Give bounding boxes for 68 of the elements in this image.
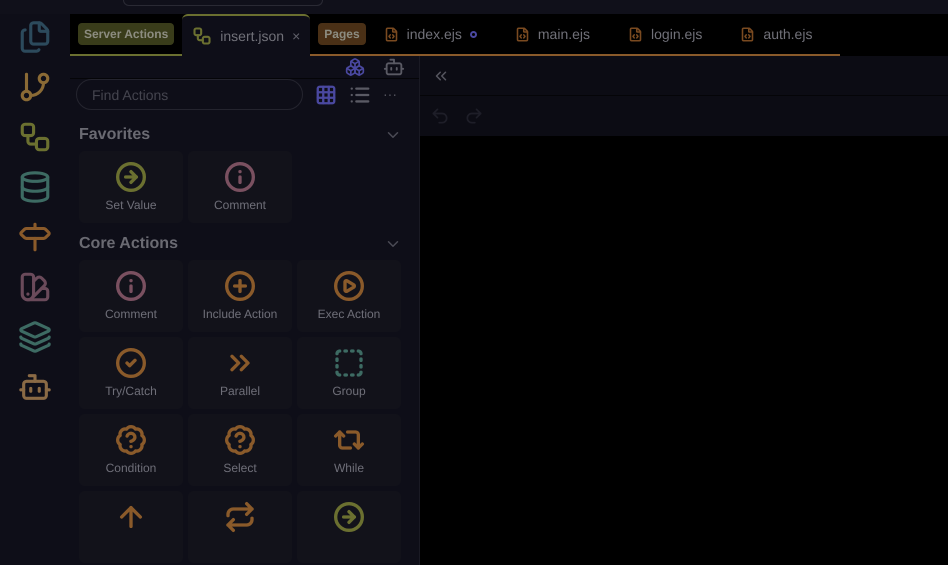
tab-label: main.ejs — [538, 24, 590, 44]
action-card[interactable]: Parallel — [188, 337, 292, 409]
action-label: Parallel — [220, 383, 260, 400]
group-square-icon — [333, 347, 365, 379]
arrow-circle-icon — [333, 501, 365, 533]
action-card[interactable]: Comment — [79, 260, 183, 332]
flow-icon[interactable] — [18, 120, 52, 154]
question-mark-icon — [224, 424, 256, 456]
section-title: Core Actions — [79, 234, 178, 254]
plus-circle-icon — [224, 270, 256, 302]
action-card[interactable]: While — [297, 414, 401, 486]
action-card[interactable]: Set Value — [79, 151, 183, 223]
action-card[interactable]: Comment — [188, 151, 292, 223]
file-tab[interactable]: login.ejs — [618, 14, 730, 54]
check-circle-icon — [115, 347, 147, 379]
repeat-icon — [224, 501, 256, 533]
more-icon[interactable]: ··· — [383, 84, 397, 105]
tab-label: index.ejs — [406, 24, 462, 44]
tab-label: insert.json — [220, 26, 284, 46]
file-tab[interactable]: insert.json × — [182, 14, 310, 56]
info-icon — [115, 270, 147, 302]
blocks-icon[interactable] — [345, 57, 365, 77]
info-icon — [224, 161, 256, 193]
action-label: While — [334, 460, 364, 477]
action-card[interactable]: Select — [188, 414, 292, 486]
action-label: Comment — [104, 306, 157, 323]
layers-icon[interactable] — [18, 320, 52, 354]
action-card[interactable]: Exec Action — [297, 260, 401, 332]
tab-label: auth.ejs — [763, 24, 812, 44]
action-card[interactable]: Include Action — [188, 260, 292, 332]
arrow-circle-icon — [115, 161, 147, 193]
html-file-icon — [384, 26, 399, 42]
action-card[interactable]: Group — [297, 337, 401, 409]
file-tab[interactable]: auth.ejs — [730, 14, 840, 54]
play-circle-icon — [333, 270, 365, 302]
tab-label: login.ejs — [651, 24, 702, 44]
database-icon[interactable] — [18, 170, 52, 204]
signpost-icon[interactable] — [18, 220, 52, 254]
robot-icon[interactable] — [383, 56, 405, 78]
flow-icon — [192, 26, 212, 46]
group-badge: Pages — [318, 23, 366, 45]
action-card[interactable]: Condition — [79, 414, 183, 486]
action-label: Exec Action — [318, 306, 380, 323]
action-card[interactable]: Try/Catch — [79, 337, 183, 409]
action-label: Set Value — [105, 197, 157, 214]
action-label: Group — [332, 383, 366, 400]
close-icon[interactable]: × — [292, 26, 300, 46]
html-file-icon — [740, 26, 756, 42]
grid-view-icon[interactable] — [315, 84, 337, 106]
swatch-icon[interactable] — [18, 270, 52, 304]
title-field[interactable] — [123, 0, 323, 6]
question-mark-icon — [115, 424, 147, 456]
file-tab[interactable]: index.ejs — [374, 14, 505, 54]
action-card[interactable] — [79, 491, 183, 563]
action-label: Include Action — [202, 306, 278, 323]
file-tab[interactable]: main.ejs — [504, 14, 618, 54]
section-title: Favorites — [79, 124, 150, 144]
action-label: Comment — [214, 197, 266, 214]
html-file-icon — [628, 26, 644, 42]
action-label: Select — [223, 460, 257, 477]
html-file-icon — [514, 26, 530, 42]
action-card[interactable] — [188, 491, 292, 563]
action-label: Try/Catch — [105, 383, 157, 400]
action-card[interactable] — [297, 491, 401, 563]
group-badge: Server Actions — [78, 23, 174, 45]
files-icon[interactable] — [18, 20, 52, 54]
action-label: Condition — [106, 460, 156, 477]
branch-icon[interactable] — [18, 70, 52, 104]
